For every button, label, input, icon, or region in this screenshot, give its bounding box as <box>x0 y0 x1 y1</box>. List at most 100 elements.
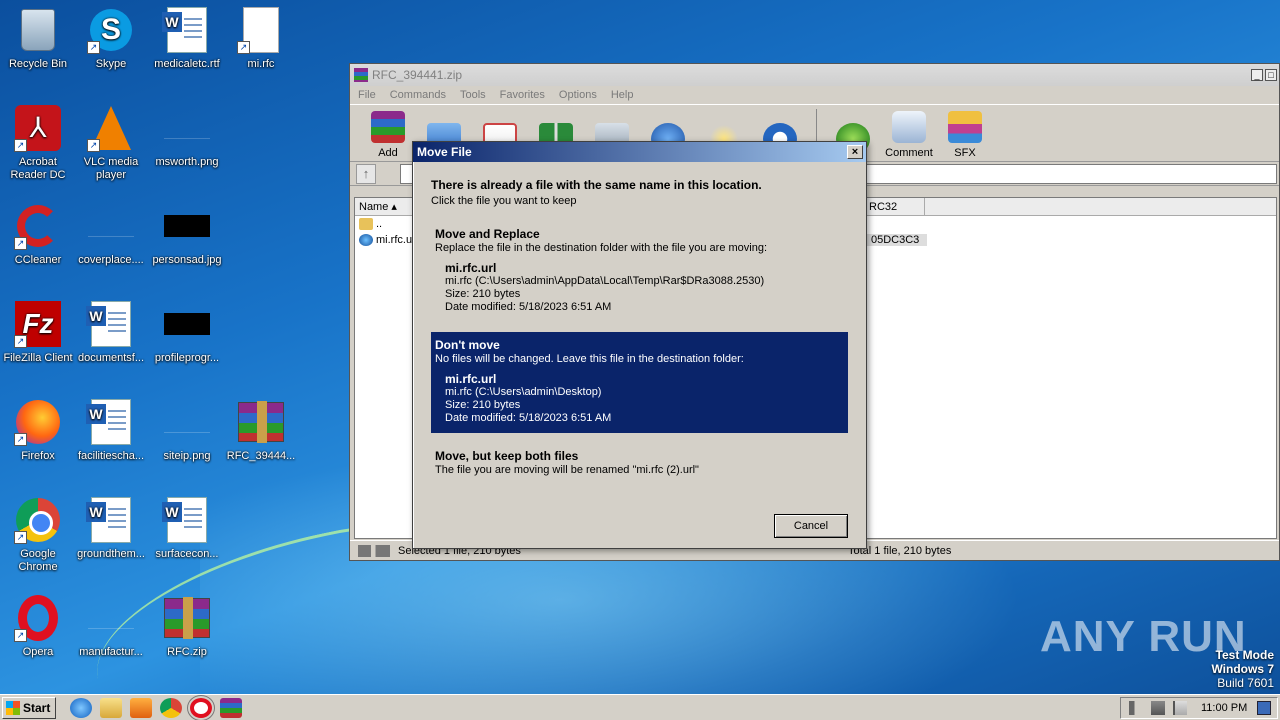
desktop-icon-label: Skype <box>95 58 127 70</box>
move-and-replace-option[interactable]: Move and Replace Replace the file in the… <box>431 221 848 322</box>
menu-commands[interactable]: Commands <box>390 89 446 101</box>
desktop-icon-groundthem[interactable]: groundthem... <box>73 496 149 561</box>
cancel-button[interactable]: Cancel <box>774 514 848 538</box>
desktop-icon-label: RFC.zip <box>167 646 207 658</box>
up-folder-button[interactable]: ↑ <box>356 163 376 184</box>
shortcut-arrow-icon: ↗ <box>237 41 250 54</box>
option-description: Replace the file in the destination fold… <box>435 242 768 254</box>
desktop-icon-skype[interactable]: S ↗ Skype <box>73 6 149 71</box>
winrar-app-icon <box>354 68 368 82</box>
taskbar: Start 11:00 PM <box>0 694 1280 720</box>
desktop-icon-acrobat[interactable]: ⅄ ↗ Acrobat Reader DC <box>0 104 76 182</box>
desktop-icon-label: msworth.png <box>155 156 219 168</box>
speaker-icon[interactable] <box>1129 701 1143 715</box>
desktop-icon-facilitiescha[interactable]: facilitiescha... <box>73 398 149 463</box>
dialog-headline: There is already a file with the same na… <box>431 178 762 192</box>
shortcut-arrow-icon: ↗ <box>14 531 27 544</box>
desktop-icon-documentsf[interactable]: documentsf... <box>73 300 149 365</box>
desktop-icon-label: facilitiescha... <box>77 450 145 462</box>
desktop-icon-coverplace[interactable]: coverplace.... <box>73 202 149 267</box>
show-desktop-icon[interactable] <box>1257 701 1271 715</box>
desktop-icon-recycle-bin[interactable]: Recycle Bin <box>0 6 76 71</box>
close-button[interactable]: × <box>847 145 863 159</box>
sfx-button[interactable]: SFX <box>941 111 989 159</box>
network-icon[interactable] <box>1151 701 1165 715</box>
word-document-icon <box>86 301 131 347</box>
word-document-icon <box>86 497 131 543</box>
winrar-menubar: File Commands Tools Favorites Options He… <box>350 86 1279 104</box>
add-button[interactable]: Add <box>364 111 412 159</box>
desktop-icon-personsad[interactable]: personsad.jpg <box>149 202 225 267</box>
desktop-icon-msworth[interactable]: msworth.png <box>149 104 225 169</box>
test-mode-label: Test Mode Windows 7 Build 7601 <box>1211 648 1274 690</box>
shortcut-arrow-icon: ↗ <box>14 139 27 152</box>
image-file-icon <box>88 215 134 237</box>
opera-taskbar-icon[interactable] <box>190 697 212 718</box>
menu-tools[interactable]: Tools <box>460 89 486 101</box>
clock[interactable]: 11:00 PM <box>1201 702 1247 714</box>
desktop-icon-label: VLC media player <box>83 156 139 181</box>
desktop-icon-mi-rfc[interactable]: ↗ mi.rfc <box>223 6 299 71</box>
desktop-icon-siteip[interactable]: siteip.png <box>149 398 225 463</box>
option-title: Move and Replace <box>435 227 540 241</box>
desktop-icon-manufactur[interactable]: manufactur... <box>73 594 149 659</box>
media-player-icon[interactable] <box>130 697 152 718</box>
desktop-icon-label: siteip.png <box>163 450 211 462</box>
shortcut-arrow-icon: ↗ <box>87 139 100 152</box>
column-crc-header[interactable]: RC32 <box>865 198 925 215</box>
desktop-icon-vlc[interactable]: ↗ VLC media player <box>73 104 149 182</box>
desktop-icon-filezilla[interactable]: Fz ↗ FileZilla Client <box>0 300 76 365</box>
sfx-label: SFX <box>954 147 976 159</box>
dialog-titlebar[interactable]: Move File × <box>413 142 866 162</box>
option-description: The file you are moving will be renamed … <box>435 464 699 476</box>
desktop-icon-chrome[interactable]: ↗ Google Chrome <box>0 496 76 574</box>
system-tray: 11:00 PM <box>1120 697 1278 719</box>
internet-explorer-icon[interactable] <box>70 697 92 718</box>
desktop-icon-label: Acrobat Reader DC <box>10 156 66 181</box>
desktop-icon-ccleaner[interactable]: ↗ CCleaner <box>0 202 76 267</box>
keys-icon <box>358 545 390 557</box>
windows-logo-icon <box>6 700 20 715</box>
desktop-icon-label: surfacecon... <box>155 548 219 560</box>
file-path: mi.rfc (C:\Users\admin\Desktop) <box>445 386 602 398</box>
desktop-icon-rfc-zip[interactable]: RFC.zip <box>149 594 225 659</box>
menu-file[interactable]: File <box>358 89 376 101</box>
chrome-taskbar-icon[interactable] <box>160 697 182 718</box>
desktop-icon-label: groundthem... <box>77 548 145 560</box>
shortcut-arrow-icon: ↗ <box>14 433 27 446</box>
word-document-icon <box>162 7 207 53</box>
action-center-flag-icon[interactable] <box>1173 701 1187 715</box>
list-item-crc: 05DC3C3 <box>867 234 927 246</box>
desktop-icon-surfacecon[interactable]: surfacecon... <box>149 496 225 561</box>
menu-favorites[interactable]: Favorites <box>500 89 545 101</box>
desktop-icon-rfc-archive[interactable]: RFC_39444... <box>223 398 299 463</box>
winrar-taskbar-icon[interactable] <box>220 697 242 718</box>
winrar-titlebar[interactable]: RFC_394441.zip _ □ <box>350 64 1279 86</box>
desktop-icon-opera[interactable]: ↗ Opera <box>0 594 76 659</box>
image-file-icon <box>88 607 134 629</box>
minimize-button[interactable]: _ <box>1251 69 1263 81</box>
maximize-button[interactable]: □ <box>1265 69 1277 81</box>
file-explorer-icon[interactable] <box>100 697 122 718</box>
desktop-icon-label: Firefox <box>21 450 55 462</box>
desktop-icon-medicaletc[interactable]: medicaletc.rtf <box>149 6 225 71</box>
comment-button[interactable]: Comment <box>885 111 933 159</box>
winrar-archive-icon <box>164 597 210 639</box>
desktop-icon-profileprogr[interactable]: profileprogr... <box>149 300 225 365</box>
desktop-icon-label: Google Chrome <box>18 548 58 573</box>
desktop-icon-label: personsad.jpg <box>152 254 222 266</box>
file-date: Date modified: 5/18/2023 6:51 AM <box>445 412 612 424</box>
column-name-header[interactable]: Name ▴ <box>355 198 415 215</box>
menu-help[interactable]: Help <box>611 89 634 101</box>
desktop-icon-label: medicaletc.rtf <box>154 58 220 70</box>
keep-both-option[interactable]: Move, but keep both files The file you a… <box>431 443 848 484</box>
start-label: Start <box>23 700 51 715</box>
file-size: Size: 210 bytes <box>445 399 521 411</box>
start-button[interactable]: Start <box>2 696 56 719</box>
dont-move-option[interactable]: Don't move No files will be changed. Lea… <box>431 332 848 433</box>
menu-options[interactable]: Options <box>559 89 597 101</box>
desktop-icon-label: FileZilla Client <box>3 352 73 364</box>
desktop-icon-firefox[interactable]: ↗ Firefox <box>0 398 76 463</box>
image-file-icon <box>164 215 210 237</box>
file-date: Date modified: 5/18/2023 6:51 AM <box>445 301 612 313</box>
